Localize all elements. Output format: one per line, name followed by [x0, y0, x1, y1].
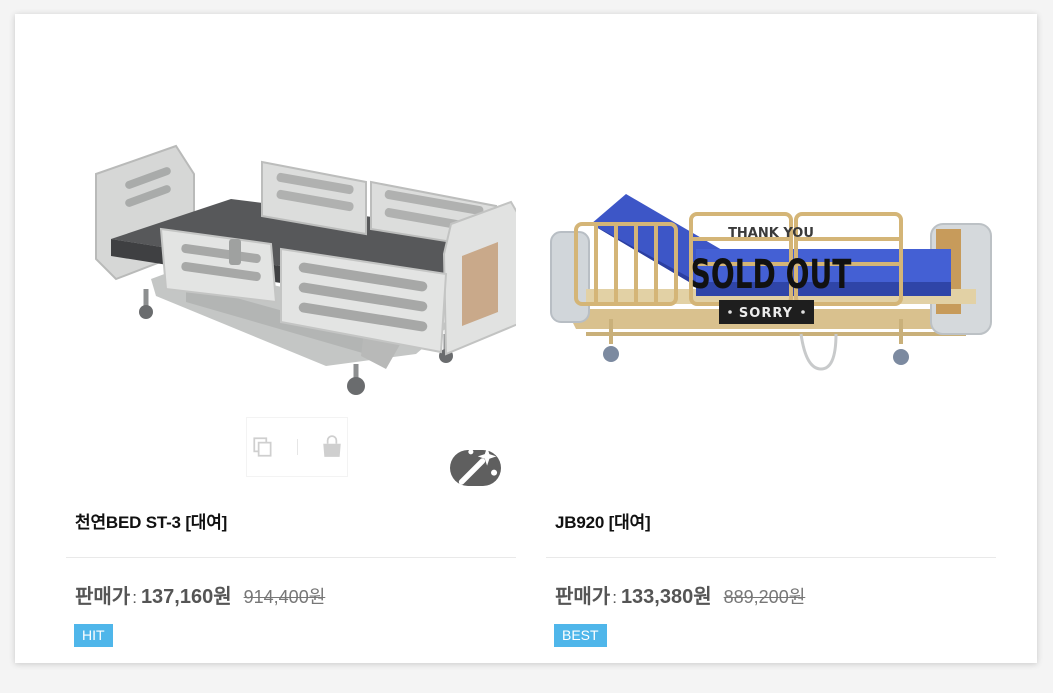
product-title[interactable]: 천연BED ST-3 [대여] — [75, 508, 227, 533]
price-colon: : — [132, 588, 137, 607]
product-image[interactable] — [66, 34, 516, 486]
hit-badge: HIT — [74, 624, 113, 647]
original-price: 889,200원 — [723, 587, 806, 607]
sold-out-bottom-text: SORRY — [739, 306, 793, 321]
price-label: 판매가 — [75, 586, 131, 608]
sold-out-top-text: THANK YOU — [728, 226, 814, 241]
product-title[interactable]: JB920 [대여] — [555, 508, 651, 533]
product-card[interactable]: THANK YOU SOLD OUT SORRY JB920 [대여] 판매가 … — [546, 14, 996, 663]
product-card[interactable]: 천연BED ST-3 [대여] 판매가 : 137,160원 914,400원 … — [66, 14, 516, 663]
divider — [66, 557, 516, 558]
sale-price: 133,380원 — [620, 586, 712, 608]
shopping-bag-icon[interactable] — [320, 435, 344, 459]
price-label: 판매가 — [555, 586, 611, 608]
original-price: 914,400원 — [243, 587, 326, 607]
price-row: 판매가 : 133,380원 889,200원 — [555, 580, 805, 610]
divider — [546, 557, 996, 558]
magic-wand-icon[interactable] — [450, 447, 501, 486]
price-colon: : — [612, 588, 617, 607]
product-image[interactable]: THANK YOU SOLD OUT SORRY — [546, 34, 996, 484]
best-badge: BEST — [554, 624, 607, 647]
divider — [296, 439, 298, 455]
price-row: 판매가 : 137,160원 914,400원 — [75, 580, 325, 610]
sale-price: 137,160원 — [140, 586, 232, 608]
copy-icon[interactable] — [251, 435, 275, 459]
product-list: 천연BED ST-3 [대여] 판매가 : 137,160원 914,400원 … — [15, 14, 1037, 663]
sold-out-main-text: SOLD OUT — [691, 252, 852, 298]
hover-actions — [246, 417, 348, 477]
